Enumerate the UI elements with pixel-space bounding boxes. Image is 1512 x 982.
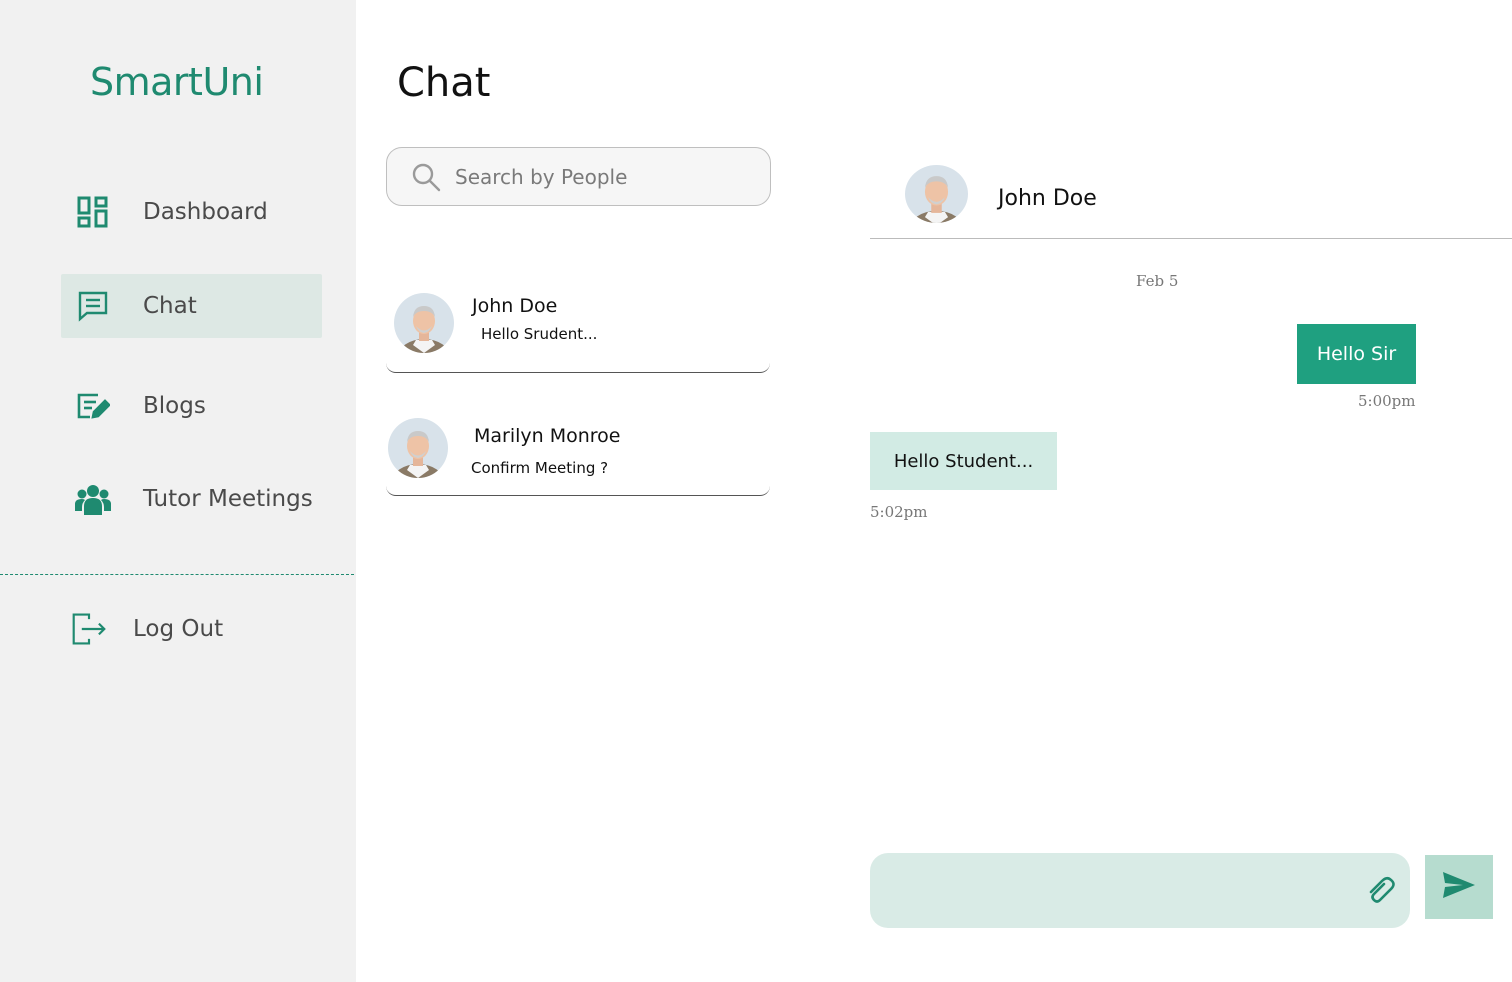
message-composer[interactable] <box>870 853 1410 928</box>
message-timestamp: 5:02pm <box>870 503 928 521</box>
sidebar-item-label: Dashboard <box>143 199 268 225</box>
contact-item-marilyn-monroe[interactable]: Marilyn Monroe Confirm Meeting ? <box>386 406 770 496</box>
brand-logo[interactable]: SmartUni <box>90 60 264 104</box>
search-icon <box>411 162 441 192</box>
sidebar-item-label: Chat <box>143 293 197 319</box>
logout-button[interactable]: Log Out <box>61 597 322 661</box>
avatar[interactable] <box>905 165 968 223</box>
sidebar: SmartUni Dashboard Chat Blogs Tutor Meet… <box>0 0 356 982</box>
message-timestamp: 5:00pm <box>1358 392 1416 410</box>
contact-name: John Doe <box>472 295 558 317</box>
send-icon <box>1441 870 1477 904</box>
search-input[interactable] <box>455 164 745 189</box>
blog-edit-icon <box>75 388 111 424</box>
sidebar-item-dashboard[interactable]: Dashboard <box>61 180 322 244</box>
message-input[interactable] <box>894 873 1334 909</box>
sidebar-divider <box>0 574 354 575</box>
send-button[interactable] <box>1425 855 1493 919</box>
sidebar-item-label: Blogs <box>143 393 206 419</box>
logout-label: Log Out <box>133 616 224 642</box>
paperclip-icon[interactable] <box>1364 875 1396 907</box>
search-bar[interactable] <box>386 147 771 206</box>
logout-icon <box>71 611 107 647</box>
date-separator: Feb 5 <box>1136 272 1179 290</box>
page-title: Chat <box>397 60 491 106</box>
contact-name: Marilyn Monroe <box>474 425 621 447</box>
sidebar-item-chat[interactable]: Chat <box>61 274 322 338</box>
group-icon <box>75 481 111 517</box>
avatar <box>388 418 448 478</box>
chat-contact-name: John Doe <box>998 186 1097 211</box>
message-incoming: Hello Student... <box>870 432 1057 490</box>
chat-icon <box>75 288 111 324</box>
sidebar-item-blogs[interactable]: Blogs <box>61 374 322 438</box>
sidebar-item-label: Tutor Meetings <box>143 486 313 512</box>
contact-preview: Hello Srudent... <box>481 325 598 343</box>
contact-preview: Confirm Meeting ? <box>471 459 609 477</box>
contact-item-john-doe[interactable]: John Doe Hello Srudent... <box>386 283 770 373</box>
dashboard-icon <box>75 194 111 230</box>
avatar <box>394 293 454 353</box>
sidebar-item-tutor-meetings[interactable]: Tutor Meetings <box>61 467 322 531</box>
chat-header: John Doe <box>870 150 1512 239</box>
message-outgoing: Hello Sir <box>1297 324 1416 384</box>
